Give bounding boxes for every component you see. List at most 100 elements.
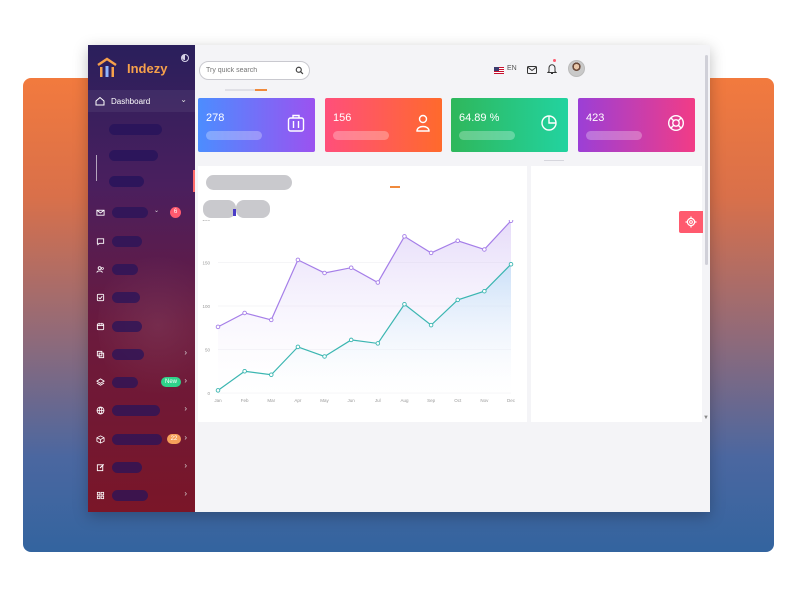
active-indicator xyxy=(193,170,195,192)
us-flag-icon[interactable] xyxy=(494,67,504,74)
legend-marker xyxy=(233,209,236,216)
sidebar-item-label xyxy=(112,461,142,473)
box-icon xyxy=(96,434,105,444)
data-point xyxy=(455,238,460,244)
sidebar-item-label xyxy=(112,235,142,247)
sidebar-item-label: Dashboard xyxy=(111,96,151,106)
lifebuoy-icon xyxy=(667,114,685,132)
sidebar-item-tasks[interactable] xyxy=(88,287,195,307)
sidebar-item-layers[interactable]: New › xyxy=(88,372,195,392)
y-tick-label: 150 xyxy=(202,261,210,266)
sidebar-item-dashboard[interactable]: Dashboard ⌄ xyxy=(88,90,195,112)
chevron-down-icon: ⌄ xyxy=(180,95,187,104)
briefcase-icon xyxy=(287,114,305,132)
stat-card-2[interactable]: 156 xyxy=(325,98,442,152)
top-header xyxy=(195,45,710,95)
stat-value: 64.89 % xyxy=(459,112,500,124)
grid-icon xyxy=(96,491,105,499)
legend-placeholder-2[interactable] xyxy=(236,200,270,218)
tab-indicator-active[interactable] xyxy=(255,89,267,91)
sidebar-item-chat[interactable] xyxy=(88,231,195,251)
data-point xyxy=(322,354,327,359)
divider xyxy=(544,160,564,161)
tab-indicator-inactive[interactable] xyxy=(225,89,255,91)
avatar[interactable] xyxy=(568,60,585,77)
legend-placeholder-1[interactable] xyxy=(203,200,236,218)
submenu-item-2[interactable] xyxy=(109,150,158,161)
sidebar-item-mail[interactable]: ⌄ 6 xyxy=(88,202,195,222)
pie-icon xyxy=(541,115,557,131)
sidebar-item-calendar[interactable] xyxy=(88,316,195,336)
stat-label-placeholder xyxy=(586,131,642,140)
data-point xyxy=(482,288,487,294)
sidebar-item-label xyxy=(112,263,138,275)
scroll-down-arrow-icon[interactable]: ▼ xyxy=(703,415,709,421)
data-point xyxy=(348,337,354,343)
sidebar-item-pages[interactable]: › xyxy=(88,344,195,364)
x-tick-label: Nov xyxy=(480,398,489,403)
data-point xyxy=(402,234,407,239)
sidebar-item-users[interactable] xyxy=(88,259,195,279)
globe-icon xyxy=(96,406,105,414)
language-label[interactable]: EN xyxy=(507,65,517,72)
data-point xyxy=(322,270,327,276)
edit-icon xyxy=(96,463,105,471)
line-chart: 200 150 100 50 0 Jan Feb Mar Apr May Jun Jul Aug Sep O… xyxy=(202,220,516,403)
stat-card-3[interactable]: 64.89 % xyxy=(451,98,568,152)
submenu-item-1[interactable] xyxy=(109,124,162,135)
sidebar-item-label xyxy=(112,489,148,501)
x-tick-label: Aug xyxy=(400,398,409,403)
calendar-icon xyxy=(96,322,105,330)
data-point xyxy=(375,341,381,346)
sidebar-item-box[interactable]: 22 › xyxy=(88,429,195,449)
copy-icon xyxy=(96,350,105,358)
count-badge: 22 xyxy=(167,434,181,444)
theme-toggle-icon[interactable] xyxy=(181,54,189,62)
data-point xyxy=(295,257,301,263)
data-point xyxy=(375,280,381,285)
submenu-item-3[interactable] xyxy=(109,176,144,187)
sidebar-item-label xyxy=(112,320,142,332)
stat-card-4[interactable]: 423 xyxy=(578,98,695,152)
x-tick-label: Mar xyxy=(267,398,275,403)
tab-indicator-active xyxy=(390,186,400,188)
data-point xyxy=(482,247,487,252)
data-point xyxy=(242,368,247,374)
data-point xyxy=(348,265,354,270)
data-point xyxy=(215,388,221,393)
chevron-right-icon: › xyxy=(184,461,187,470)
y-tick-label: 50 xyxy=(205,348,211,353)
sidebar-item-label xyxy=(112,404,160,416)
y-tick-label: 0 xyxy=(207,391,210,396)
layers-icon xyxy=(96,377,105,386)
data-point xyxy=(402,302,407,307)
mail-icon xyxy=(96,209,105,216)
sidebar: Indezy Dashboard ⌄ ⌄ 6 › New › › 22 › › … xyxy=(88,45,195,512)
chevron-down-icon: ⌄ xyxy=(154,208,160,214)
sidebar-item-label xyxy=(112,433,162,445)
search-input[interactable] xyxy=(206,65,291,76)
scrollbar[interactable] xyxy=(705,55,708,265)
bell-icon[interactable] xyxy=(547,63,557,75)
search-box[interactable] xyxy=(199,61,310,80)
user-icon xyxy=(416,114,430,132)
stat-label-placeholder xyxy=(459,131,515,140)
stat-value: 156 xyxy=(333,112,352,124)
stat-card-1[interactable]: 278 xyxy=(198,98,315,152)
search-icon[interactable] xyxy=(295,66,304,75)
data-point xyxy=(455,297,460,303)
sidebar-item-global[interactable]: › xyxy=(88,400,195,420)
chart-title-placeholder xyxy=(206,175,292,190)
new-badge: New xyxy=(161,377,182,387)
stat-value: 423 xyxy=(586,112,605,124)
stat-value: 278 xyxy=(206,112,225,124)
mail-icon[interactable] xyxy=(527,66,537,74)
settings-float-button[interactable] xyxy=(679,211,703,233)
x-tick-label: Jan xyxy=(214,398,222,403)
sidebar-item-apps[interactable]: › xyxy=(88,485,195,505)
home-icon xyxy=(95,96,105,106)
data-point xyxy=(428,250,434,256)
checklist-icon xyxy=(96,293,105,301)
sidebar-item-forms[interactable]: › xyxy=(88,457,195,477)
mail-count-badge: 6 xyxy=(170,207,181,218)
